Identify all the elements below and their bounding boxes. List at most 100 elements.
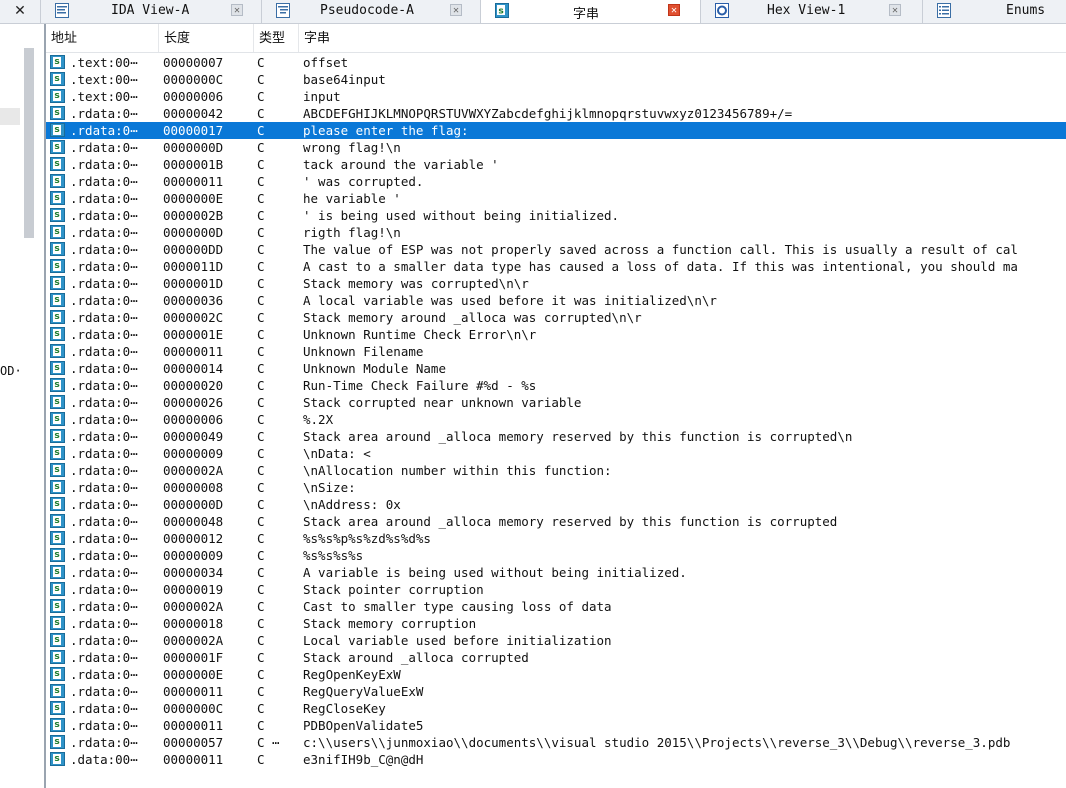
string-cell: \nData: < (303, 446, 371, 461)
table-row[interactable]: s .rdata:0⋯ 00000036 C A local variable was … (46, 292, 1066, 309)
table-row[interactable]: s .rdata:0⋯ 0000002A C \nAllocation number w… (46, 462, 1066, 479)
table-row[interactable]: s .rdata:0⋯ 0000000C C RegCloseKey (46, 700, 1066, 717)
table-row[interactable]: s .rdata:0⋯ 0000002C C Stack memory around _… (46, 309, 1066, 326)
table-row[interactable]: s .rdata:0⋯ 00000019 C Stack pointer corrupt… (46, 581, 1066, 598)
table-row[interactable]: s .rdata:0⋯ 00000049 C Stack area around _al… (46, 428, 1066, 445)
type-cell: C (257, 701, 265, 716)
length-cell: 0000000D (163, 497, 224, 512)
table-row[interactable]: s .text:00⋯ 0000000C Cbase64input (46, 71, 1066, 88)
table-row[interactable]: s .rdata:0⋯ 00000017 Cplease enter the flag… (46, 122, 1066, 139)
table-row[interactable]: s .rdata:0⋯ 00000018 C Stack memory corrupti… (46, 615, 1066, 632)
table-row[interactable]: s .rdata:0⋯ 0000000D C \nAddress: 0x (46, 496, 1066, 513)
tab-pseudocode-a[interactable]: Pseudocode-A ✕ (262, 0, 481, 23)
length-cell: 00000011 (163, 752, 224, 767)
ida-view-icon (55, 3, 69, 18)
table-row[interactable]: s .rdata:0⋯ 0000001E C Unknown Runtime Check… (46, 326, 1066, 343)
type-cell: C (257, 208, 265, 223)
table-row[interactable]: s .rdata:0⋯ 00000011 C PDBOpenValidate5 (46, 717, 1066, 734)
type-cell: C (257, 599, 265, 614)
table-row[interactable]: s .rdata:0⋯ 0000000E Che variable ' (46, 190, 1066, 207)
column-header-length[interactable]: 长度 (159, 24, 254, 52)
tab-close-icon[interactable]: ✕ (889, 4, 901, 16)
string-icon: s (50, 55, 65, 69)
selected-item[interactable] (0, 108, 20, 125)
table-row[interactable]: s .rdata:0⋯ 0000000E C RegOpenKeyExW (46, 666, 1066, 683)
type-cell: C (257, 514, 265, 529)
string-cell: \nAddress: 0x (303, 497, 401, 512)
table-row[interactable]: s .rdata:0⋯ 0000001F C Stack around _alloca … (46, 649, 1066, 666)
table-row[interactable]: s .rdata:0⋯ 00000009 C \nData: < (46, 445, 1066, 462)
length-cell: 0000001D (163, 276, 224, 291)
address-cell: .rdata:0⋯ (70, 718, 138, 733)
string-icon: s (50, 208, 65, 222)
table-row[interactable]: s .rdata:0⋯ 00000011 C RegQueryValueExW (46, 683, 1066, 700)
tab-bar: ✕ IDA View-A ✕ Pseudocode-A ✕ s 字串 ✕ Hex… (0, 0, 1066, 24)
column-header-type[interactable]: 类型 (254, 24, 299, 52)
address-cell: .rdata:0⋯ (70, 259, 138, 274)
length-cell: 0000002B (163, 208, 224, 223)
string-cell: Stack area around _alloca memory reserve… (303, 514, 838, 529)
column-header-address[interactable]: 地址 (46, 24, 159, 52)
table-row[interactable]: s .rdata:0⋯ 0000000D Crigth flag!\n (46, 224, 1066, 241)
table-row[interactable]: s .rdata:0⋯ 0000002B C ' is being used witho… (46, 207, 1066, 224)
table-row[interactable]: s .rdata:0⋯ 00000009 C %s%s%s%s (46, 547, 1066, 564)
table-row[interactable]: s .rdata:0⋯ 00000014 C Unknown Module Name (46, 360, 1066, 377)
table-row[interactable]: s .text:00⋯ 00000007 Coffset (46, 54, 1066, 71)
table-row[interactable]: s .rdata:0⋯ 0000011D C A cast to a smaller d… (46, 258, 1066, 275)
type-cell: C (257, 684, 265, 699)
strings-icon: s (495, 3, 509, 18)
table-row[interactable]: s .data:00⋯ 00000011 Ce3nifIH9b_C@n@dH (46, 751, 1066, 768)
tab-enums[interactable]: Enums (923, 0, 1066, 23)
table-row[interactable]: s .rdata:0⋯ 0000001D C Stack memory was corr… (46, 275, 1066, 292)
table-row[interactable]: s .rdata:0⋯ 00000012 C %s%s%p%s%zd%s%d%s (46, 530, 1066, 547)
tab-hex-view-1[interactable]: Hex View-1 ✕ (701, 0, 923, 23)
tab-strings[interactable]: s 字串 ✕ (481, 0, 701, 23)
string-icon: s (50, 650, 65, 664)
table-row[interactable]: s .rdata:0⋯ 0000000D Cwrong flag!\n (46, 139, 1066, 156)
length-cell: 00000036 (163, 293, 224, 308)
table-row[interactable]: s .rdata:0⋯ 00000026 C Stack corrupted near … (46, 394, 1066, 411)
string-cell: Stack memory corruption (303, 616, 477, 631)
table-row[interactable]: s .rdata:0⋯ 00000011 C ' was corrupted. (46, 173, 1066, 190)
length-cell: 00000034 (163, 565, 224, 580)
column-header-string[interactable]: 字串 (299, 24, 1066, 52)
tab-ida-view-a[interactable]: IDA View-A ✕ (41, 0, 262, 23)
table-row[interactable]: s .rdata:0⋯ 00000008 C \nSize: (46, 479, 1066, 496)
table-row[interactable]: s .rdata:0⋯ 00000011 C Unknown Filename (46, 343, 1066, 360)
table-row[interactable]: s .rdata:0⋯ 00000034 C A variable is being u… (46, 564, 1066, 581)
string-icon: s (50, 633, 65, 647)
string-cell: %s%s%s%s (303, 548, 364, 563)
table-row[interactable]: s .rdata:0⋯ 00000020 C Run-Time Check Failur… (46, 377, 1066, 394)
length-cell: 00000049 (163, 429, 224, 444)
close-icon[interactable]: ✕ (0, 0, 41, 23)
table-row[interactable]: s .rdata:0⋯ 0000002A C Cast to smaller type … (46, 598, 1066, 615)
length-cell: 00000011 (163, 174, 224, 189)
string-icon: s (50, 242, 65, 256)
table-row[interactable]: s .rdata:0⋯ 0000001B Ctack around the varia… (46, 156, 1066, 173)
tab-close-icon[interactable]: ✕ (450, 4, 462, 16)
table-body: s .text:00⋯ 00000007 Coffset s .text:00⋯ 00000… (46, 54, 1066, 768)
length-cell: 00000007 (163, 55, 224, 70)
length-cell: 00000048 (163, 514, 224, 529)
table-row[interactable]: s .rdata:0⋯ 000000DD C The value of ESP was … (46, 241, 1066, 258)
string-cell: offset (303, 55, 349, 70)
table-row[interactable]: s .rdata:0⋯ 00000042 C ABCDEFGHIJKLMNOPQRSTU… (46, 105, 1066, 122)
string-cell: he variable ' (303, 191, 401, 206)
type-cell: C (257, 565, 265, 580)
table-row[interactable]: s .rdata:0⋯ 00000057 C ⋯ c:\\users\\junmoxia… (46, 734, 1066, 751)
type-cell: C (257, 463, 265, 478)
scrollbar[interactable] (24, 48, 34, 238)
type-cell: C (257, 276, 265, 291)
string-icon: s (50, 582, 65, 596)
type-cell: C (257, 752, 265, 767)
tab-close-icon[interactable]: ✕ (668, 4, 680, 16)
table-row[interactable]: s .rdata:0⋯ 00000006 C %.2X (46, 411, 1066, 428)
string-cell: Unknown Runtime Check Error\n\r (303, 327, 537, 342)
string-cell: Stack corrupted near unknown variable (303, 395, 582, 410)
table-row[interactable]: s .rdata:0⋯ 00000048 C Stack area around _al… (46, 513, 1066, 530)
table-row[interactable]: s .text:00⋯ 00000006 Cinput (46, 88, 1066, 105)
length-cell: 00000011 (163, 684, 224, 699)
address-cell: .rdata:0⋯ (70, 191, 138, 206)
table-row[interactable]: s .rdata:0⋯ 0000002A C Local variable used b… (46, 632, 1066, 649)
tab-close-icon[interactable]: ✕ (231, 4, 243, 16)
